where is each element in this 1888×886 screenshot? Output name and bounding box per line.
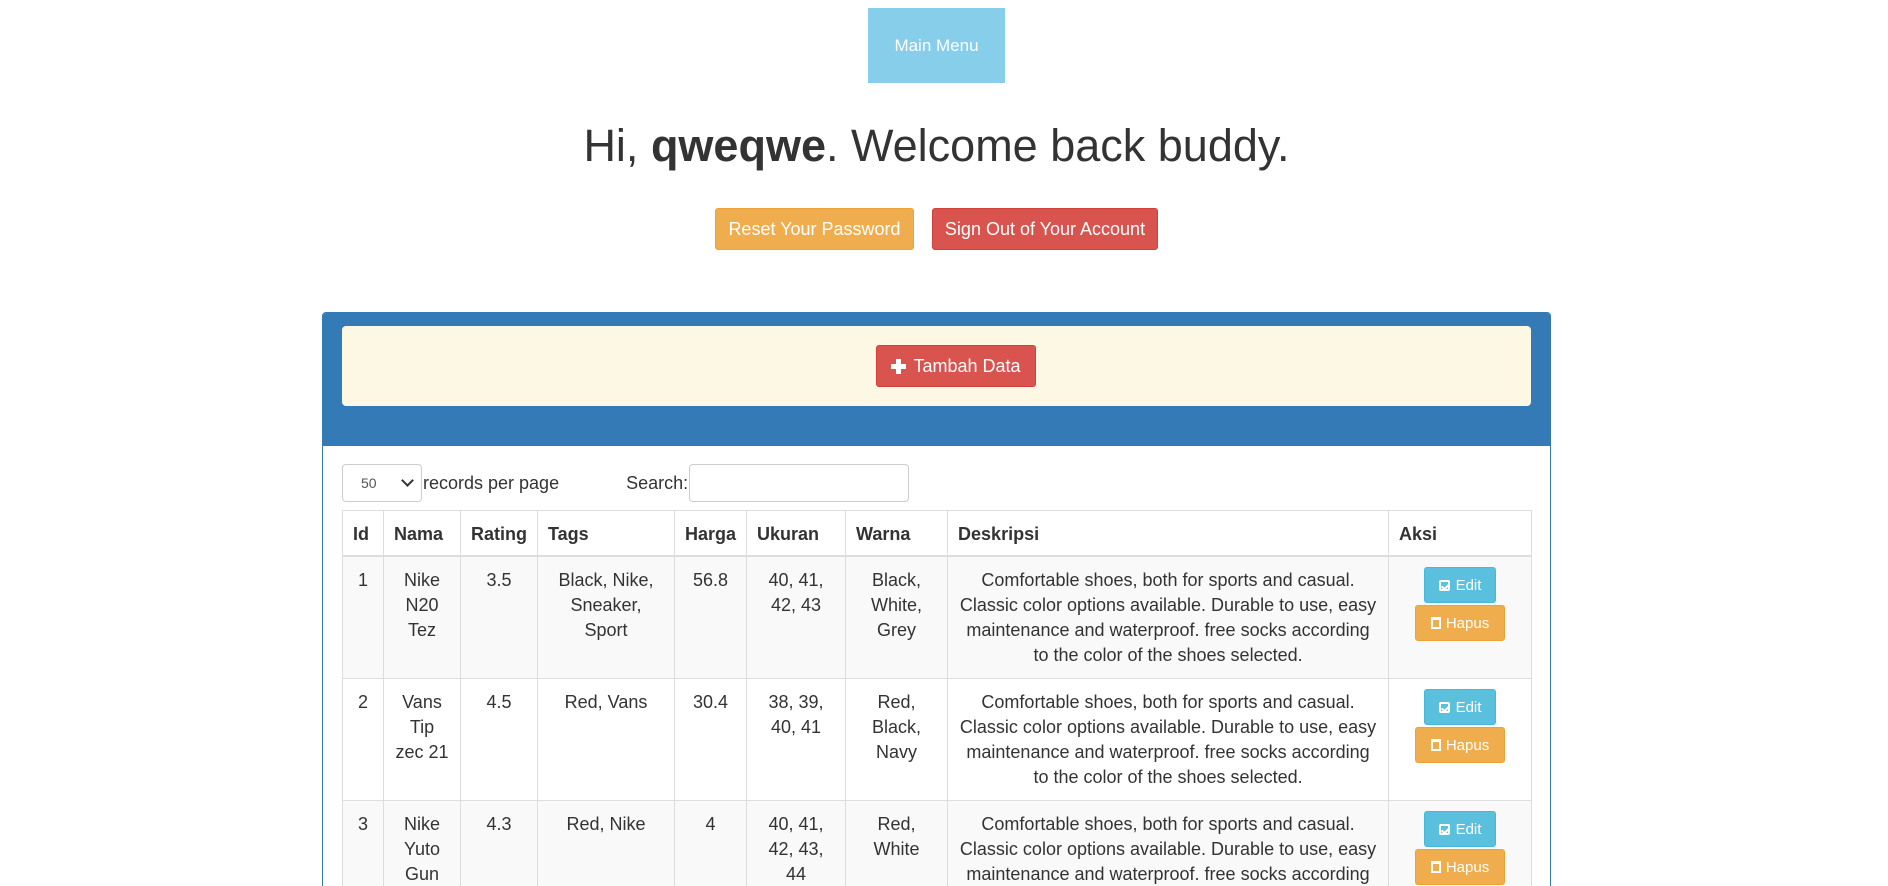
- trash-icon: [1430, 617, 1441, 629]
- panel-heading: Tambah Data: [323, 313, 1550, 446]
- edit-button[interactable]: Edit: [1424, 689, 1497, 725]
- cell-tags: Red, Nike: [537, 800, 675, 886]
- cell-rating: 4.3: [460, 800, 538, 886]
- table-controls: 50 records per page Search:: [342, 464, 910, 502]
- delete-label: Hapus: [1445, 858, 1490, 876]
- edit-button[interactable]: Edit: [1424, 567, 1497, 603]
- cell-warna: Black, White, Grey: [845, 555, 949, 679]
- cell-aksi: Edit Hapus: [1388, 678, 1532, 801]
- cell-nama: Nike Yuto Gun: [383, 800, 461, 886]
- products-table: Id Nama Rating Tags Harga Ukuran Warna D…: [342, 510, 1532, 886]
- records-per-page-value: 50: [361, 475, 377, 491]
- cell-aksi: Edit Hapus: [1388, 555, 1532, 679]
- column-header-id[interactable]: Id: [342, 510, 384, 557]
- table-row: 1 Nike N20 Tez 3.5 Black, Nike, Sneaker,…: [342, 555, 1532, 679]
- welcome-heading: Hi, qweqwe. Welcome back buddy.: [0, 118, 1873, 174]
- records-per-page-select[interactable]: 50: [342, 464, 422, 502]
- edit-button[interactable]: Edit: [1424, 811, 1497, 847]
- cell-deskripsi: Comfortable shoes, both for sports and c…: [947, 555, 1390, 679]
- cell-ukuran: 40, 41, 42, 43: [746, 555, 847, 679]
- cell-warna: Red, White: [845, 800, 949, 886]
- cell-rating: 3.5: [460, 555, 538, 679]
- column-header-aksi[interactable]: Aksi: [1388, 510, 1532, 557]
- plus-icon: [891, 358, 907, 374]
- trash-icon: [1430, 861, 1441, 873]
- edit-icon: [1438, 579, 1450, 591]
- edit-label: Edit: [1455, 820, 1482, 838]
- page: Main Menu Hi, qweqwe. Welcome back buddy…: [0, 0, 1888, 886]
- cell-ukuran: 40, 41, 42, 43, 44: [746, 800, 847, 886]
- search-label: Search:: [626, 472, 689, 493]
- sign-out-button[interactable]: Sign Out of Your Account: [932, 208, 1158, 250]
- column-header-deskripsi[interactable]: Deskripsi: [947, 510, 1390, 557]
- cell-ukuran: 38, 39, 40, 41: [746, 678, 847, 801]
- table-row: 3 Nike Yuto Gun 4.3 Red, Nike 4 40, 41, …: [342, 800, 1532, 886]
- table-header-row: Id Nama Rating Tags Harga Ukuran Warna D…: [342, 510, 1532, 557]
- delete-button[interactable]: Hapus: [1415, 849, 1506, 885]
- reset-password-button[interactable]: Reset Your Password: [715, 208, 914, 250]
- edit-label: Edit: [1455, 698, 1482, 716]
- search-input[interactable]: [689, 464, 910, 502]
- welcome-suffix: . Welcome back buddy.: [825, 120, 1290, 171]
- edit-icon: [1438, 823, 1450, 835]
- column-header-warna[interactable]: Warna: [845, 510, 949, 557]
- cell-tags: Black, Nike, Sneaker, Sport: [537, 555, 675, 679]
- add-data-alert: Tambah Data: [342, 326, 1531, 406]
- column-header-nama[interactable]: Nama: [383, 510, 461, 557]
- delete-label: Hapus: [1445, 614, 1490, 632]
- column-header-harga[interactable]: Harga: [673, 510, 748, 557]
- delete-button[interactable]: Hapus: [1415, 727, 1506, 763]
- welcome-username: qweqwe: [650, 120, 826, 171]
- cell-nama: Vans Tip zec 21: [383, 678, 461, 801]
- delete-label: Hapus: [1445, 736, 1490, 754]
- delete-button[interactable]: Hapus: [1415, 605, 1506, 641]
- cell-harga: 4: [673, 800, 748, 886]
- cell-aksi: Edit Hapus: [1388, 800, 1532, 886]
- welcome-prefix: Hi,: [583, 120, 651, 171]
- column-header-rating[interactable]: Rating: [460, 510, 538, 557]
- main-menu-button[interactable]: Main Menu: [868, 8, 1005, 83]
- column-header-ukuran[interactable]: Ukuran: [746, 510, 847, 557]
- cell-nama: Nike N20 Tez: [383, 555, 461, 679]
- cell-harga: 30.4: [673, 678, 748, 801]
- chevron-down-icon: [401, 474, 414, 487]
- edit-label: Edit: [1455, 576, 1482, 594]
- cell-harga: 56.8: [673, 555, 748, 679]
- cell-warna: Red, Black, Navy: [845, 678, 949, 801]
- cell-id: 3: [342, 800, 384, 886]
- cell-id: 1: [342, 555, 384, 679]
- add-data-label: Tambah Data: [913, 355, 1021, 376]
- table-row: 2 Vans Tip zec 21 4.5 Red, Vans 30.4 38,…: [342, 678, 1532, 801]
- cell-id: 2: [342, 678, 384, 801]
- cell-deskripsi: Comfortable shoes, both for sports and c…: [947, 678, 1390, 801]
- trash-icon: [1430, 739, 1441, 751]
- column-header-tags[interactable]: Tags: [537, 510, 675, 557]
- edit-icon: [1438, 701, 1450, 713]
- data-panel: Tambah Data 50 records per page Search: …: [322, 312, 1551, 886]
- cell-rating: 4.5: [460, 678, 538, 801]
- cell-deskripsi: Comfortable shoes, both for sports and c…: [947, 800, 1390, 886]
- cell-tags: Red, Vans: [537, 678, 675, 801]
- add-data-button[interactable]: Tambah Data: [876, 345, 1036, 387]
- records-per-page-label: records per page: [423, 472, 560, 493]
